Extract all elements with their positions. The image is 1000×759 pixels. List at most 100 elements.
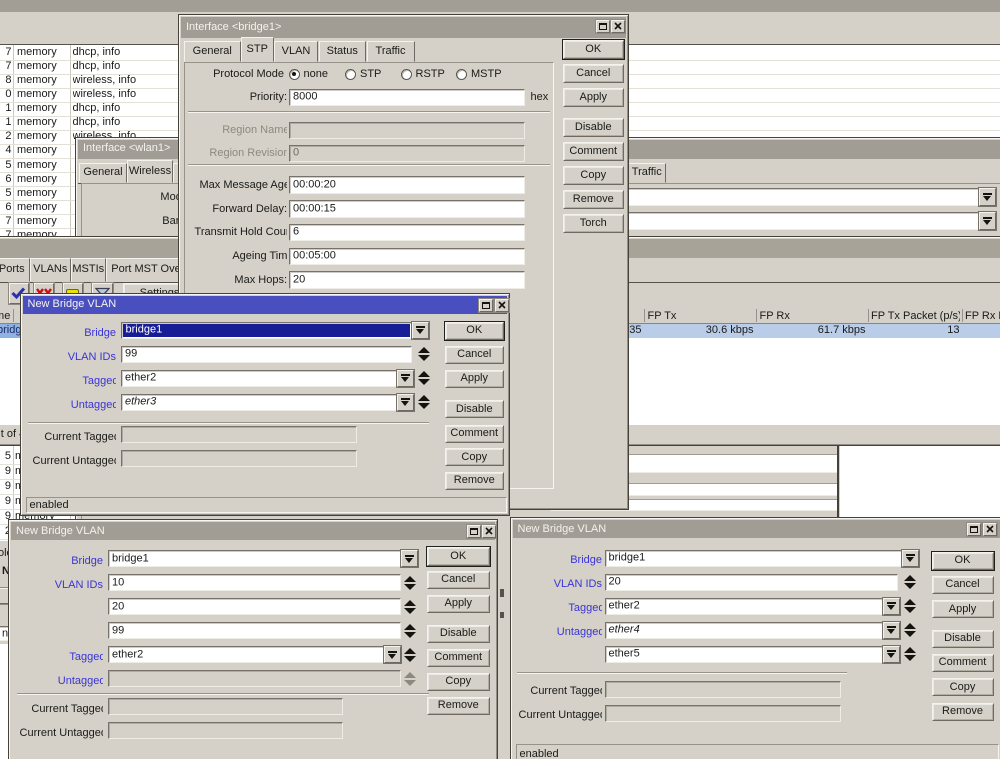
bridge-tab-ports[interactable]: Ports	[0, 258, 30, 282]
disable-button[interactable]: Disable	[932, 630, 994, 648]
untagged-field-1[interactable]: ether5	[605, 646, 883, 663]
interface-tab-stp[interactable]: STP	[241, 37, 274, 63]
interface-field-4[interactable]: 00:00:15	[289, 200, 525, 218]
ok-button[interactable]: OK	[427, 547, 490, 566]
bridge-field[interactable]: bridge1	[108, 550, 401, 567]
maximize-button[interactable]	[967, 523, 981, 536]
close-button[interactable]	[482, 525, 496, 538]
vlan-ids-field-1[interactable]: 20	[108, 598, 401, 615]
bridge-combo-button[interactable]	[902, 550, 919, 567]
interface-field-6[interactable]: 00:05:00	[289, 248, 525, 266]
maximize-button[interactable]	[467, 525, 481, 538]
vlan-ids-spinner[interactable]	[404, 623, 417, 639]
close-button[interactable]	[611, 20, 625, 33]
remove-button[interactable]: Remove	[427, 697, 490, 716]
comment-button[interactable]: Comment	[563, 142, 624, 161]
maximize-button[interactable]	[479, 299, 493, 312]
dialog-titlebar[interactable]: New Bridge VLAN	[23, 296, 508, 314]
interface-tab-traffic[interactable]: Traffic	[367, 41, 415, 63]
ok-button[interactable]: OK	[445, 322, 505, 340]
ok-button[interactable]: OK	[932, 552, 994, 570]
vlan-ids-spinner[interactable]	[404, 575, 417, 591]
bridge-combo-button[interactable]	[401, 550, 418, 567]
untagged-combo-button[interactable]	[883, 646, 900, 663]
vlan-ids-field-0[interactable]: 10	[108, 574, 401, 591]
apply-button[interactable]: Apply	[563, 88, 624, 107]
bridge-col-header-fp-tx[interactable]: FP Tx	[648, 310, 748, 323]
untagged-spinner[interactable]	[903, 622, 916, 638]
apply-button[interactable]: Apply	[932, 600, 994, 618]
vlan-ids-field[interactable]: 99	[121, 346, 412, 363]
tagged-field[interactable]: ether2	[605, 598, 883, 615]
vlan-ids-spinner[interactable]	[903, 574, 916, 590]
cancel-button[interactable]: Cancel	[427, 571, 490, 590]
untagged-combo-button[interactable]	[397, 394, 414, 411]
bridge-col-header-name[interactable]: Name	[0, 310, 13, 323]
bridge-field[interactable]: bridge1	[121, 322, 412, 339]
vlan-ids-field[interactable]: 20	[605, 574, 898, 591]
dialog-titlebar[interactable]: New Bridge VLAN	[513, 520, 1000, 538]
vlan-ids-spinner[interactable]	[404, 599, 417, 615]
tagged-combo-button[interactable]	[883, 598, 900, 615]
vlan-ids-spinner[interactable]	[418, 346, 431, 362]
radio-MSTP[interactable]	[456, 69, 467, 80]
interface-field-5[interactable]: 6	[289, 224, 525, 242]
untagged-spinner[interactable]	[404, 671, 417, 687]
comment-button[interactable]: Comment	[932, 654, 994, 672]
maximize-button[interactable]	[596, 20, 610, 33]
untagged-spinner[interactable]	[903, 646, 916, 662]
cancel-button[interactable]: Cancel	[563, 64, 624, 83]
tagged-field[interactable]: ether2	[121, 370, 397, 387]
copy-button[interactable]: Copy	[427, 673, 490, 692]
bridge-tab-vlans[interactable]: VLANs	[30, 258, 72, 282]
cancel-button[interactable]: Cancel	[932, 576, 994, 594]
untagged-spinner[interactable]	[418, 394, 431, 410]
disable-button[interactable]: Disable	[563, 118, 624, 137]
bridge-col-header-fp-tx-packet[interactable]: FP Tx Packet (p/s)	[871, 310, 960, 323]
copy-button[interactable]: Copy	[563, 166, 624, 185]
tagged-field[interactable]: ether2	[108, 646, 384, 663]
bridge-col-header-fp-rx-packet[interactable]: FP Rx Packet (p/s)	[965, 310, 1000, 323]
cancel-button[interactable]: Cancel	[445, 346, 505, 364]
disable-button[interactable]: Disable	[427, 625, 490, 644]
remove-button[interactable]: Remove	[563, 190, 624, 209]
interface-dialog-titlebar[interactable]: Interface <bridge1>	[181, 17, 626, 38]
comment-button[interactable]: Comment	[445, 425, 505, 443]
ok-button[interactable]: OK	[563, 40, 624, 59]
wlan-tab-wireless[interactable]: Wireless	[127, 160, 173, 184]
bridge-tab-mstis[interactable]: MSTIs	[71, 258, 106, 282]
copy-button[interactable]: Copy	[445, 448, 505, 466]
interface-tab-vlan[interactable]: VLAN	[274, 41, 318, 63]
untagged-field-0[interactable]: ether4	[605, 622, 883, 639]
tagged-combo-button[interactable]	[384, 646, 401, 663]
tagged-spinner[interactable]	[404, 647, 417, 663]
interface-tab-status[interactable]: Status	[319, 41, 367, 63]
tagged-spinner[interactable]	[418, 370, 431, 386]
untagged-combo-button[interactable]	[883, 622, 900, 639]
disable-button[interactable]: Disable	[445, 400, 505, 418]
wlan-band-combo-button[interactable]	[979, 212, 996, 230]
bridge-combo-button[interactable]	[412, 322, 429, 339]
radio-STP[interactable]	[345, 69, 356, 80]
interface-tab-general[interactable]: General	[184, 41, 241, 63]
tagged-spinner[interactable]	[903, 598, 916, 614]
torch-button[interactable]: Torch	[563, 214, 624, 233]
comment-button[interactable]: Comment	[427, 649, 490, 668]
interface-field-3[interactable]: 00:00:20	[289, 176, 525, 194]
close-button[interactable]	[983, 523, 997, 536]
apply-button[interactable]: Apply	[427, 595, 490, 614]
bridge-field[interactable]: bridge1	[605, 550, 902, 567]
radio-none[interactable]	[289, 69, 300, 80]
copy-button[interactable]: Copy	[932, 678, 994, 696]
apply-button[interactable]: Apply	[445, 370, 505, 388]
interface-field-0[interactable]: 8000	[289, 89, 525, 107]
interface-field-7[interactable]: 20	[289, 271, 525, 289]
remove-button[interactable]: Remove	[445, 472, 505, 490]
wlan-tab-traffic[interactable]: Traffic	[628, 163, 666, 184]
close-button[interactable]	[495, 299, 509, 312]
vlan-ids-field-2[interactable]: 99	[108, 622, 401, 639]
wlan-tab-general[interactable]: General	[79, 163, 127, 184]
bridge-col-header-fp-rx[interactable]: FP Rx	[760, 310, 850, 323]
dialog-titlebar[interactable]: New Bridge VLAN	[11, 522, 495, 540]
tagged-combo-button[interactable]	[397, 370, 414, 387]
